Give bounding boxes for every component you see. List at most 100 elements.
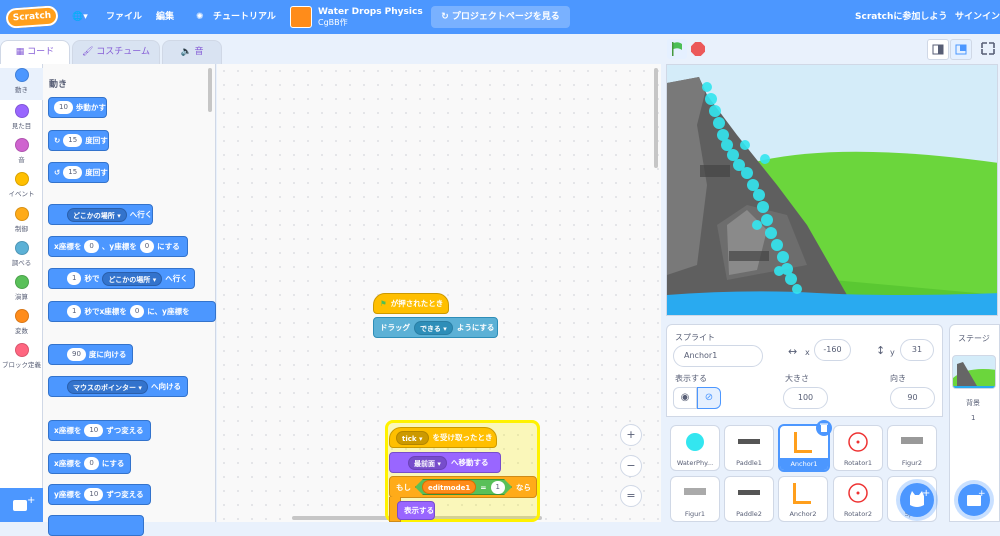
y-position-input[interactable]: 31 (900, 339, 934, 361)
block-input[interactable]: 1 (67, 305, 82, 318)
x-position-input[interactable]: -160 (814, 339, 851, 361)
turn-left-block[interactable]: ↺ 15 度回す (48, 162, 109, 183)
category-control[interactable]: 制御 (0, 207, 43, 233)
block-input[interactable]: 10 (54, 101, 73, 114)
message-dropdown[interactable]: tick ▾ (396, 430, 429, 445)
sprite-tile[interactable]: Figur1 (670, 476, 720, 522)
workspace-vscrollbar[interactable] (654, 68, 658, 168)
sprite-tile[interactable]: Figur2 (887, 425, 937, 471)
hide-button[interactable]: ⊘ (697, 387, 721, 409)
glide-xy-block[interactable]: 1 秒でx座標を 0 に、y座標を (48, 301, 216, 322)
set-x-block[interactable]: x座標を 0 にする (48, 453, 132, 474)
change-y-block[interactable]: y座標を 10 ずつ変える (48, 484, 151, 505)
tab-code[interactable]: ▦ コード (0, 40, 70, 65)
set-drag-mode-block[interactable]: ドラッグ できる ▾ ようにする (373, 317, 498, 338)
size-input[interactable]: 100 (783, 387, 828, 409)
tab-sound[interactable]: 🔈 音 (162, 40, 222, 64)
drag-mode-dropdown[interactable]: できる ▾ (414, 320, 453, 335)
sprite-tile[interactable]: Paddle1 (724, 425, 774, 471)
sprite-tile[interactable]: WaterPhy... (670, 425, 720, 471)
if-then-block[interactable]: もし editmode1 = 1 なら (389, 476, 537, 498)
edit-menu[interactable]: 編集 (156, 0, 174, 34)
block-input[interactable]: 0 (129, 305, 145, 318)
turn-right-block[interactable]: ↻ 15 度回す (48, 130, 109, 151)
normal-stage-button[interactable] (950, 39, 972, 60)
goto-xy-block[interactable]: x座標を 0 、y座標を 0 にする (48, 236, 188, 257)
category-motion[interactable]: 動き (0, 68, 43, 100)
sprite-thumbnail (738, 490, 760, 495)
sprite-tile[interactable]: Paddle2 (724, 476, 774, 522)
glide-dropdown[interactable]: どこかの場所 ▾ (102, 271, 163, 286)
category-looks[interactable]: 見た目 (0, 104, 43, 130)
block-input[interactable]: 0 (84, 457, 99, 470)
towards-dropdown[interactable]: マウスのポインター ▾ (67, 379, 148, 394)
category-events[interactable]: イベント (0, 172, 43, 198)
stop-button[interactable] (691, 42, 705, 56)
small-stage-icon (932, 44, 944, 55)
zoom-in-button[interactable]: + (620, 424, 642, 446)
category-sound[interactable]: 音 (0, 138, 43, 164)
point-towards-block[interactable]: マウスのポインター ▾ へ向ける (48, 376, 188, 397)
file-menu[interactable]: ファイル (106, 0, 142, 34)
tab-costume[interactable]: 🖌 コスチューム (72, 40, 160, 64)
equals-operator[interactable]: editmode1 = 1 (415, 479, 512, 495)
category-operators[interactable]: 演算 (0, 275, 43, 301)
category-label: 調べる (11, 259, 32, 267)
when-flag-clicked-block[interactable]: ⚑ が押されたとき (373, 293, 449, 314)
add-backdrop-button[interactable]: + (958, 484, 990, 516)
block-text: ようにする (456, 323, 495, 332)
delete-sprite-button[interactable] (816, 420, 832, 436)
show-visible-button[interactable]: ◉ (673, 387, 697, 409)
when-i-receive-block[interactable]: tick ▾ を受け取ったとき (389, 427, 497, 448)
goto-block[interactable]: どこかの場所 ▾ へ行く (48, 204, 154, 225)
show-block[interactable]: 表示する (397, 501, 435, 520)
normal-stage-icon (955, 44, 967, 55)
variable-reporter[interactable]: editmode1 (422, 480, 476, 494)
backdrop-thumbnail[interactable] (952, 355, 996, 389)
join-scratch-link[interactable]: Scratchに参加しよう (855, 0, 947, 34)
zoom-reset-button[interactable]: = (620, 485, 642, 507)
sprite-thumbnail (684, 488, 706, 495)
menu-bar: Scratch 🌐▾ ファイル 編集 ✺ チュートリアル Water Drops… (0, 0, 1000, 34)
block-input[interactable]: 0 (139, 240, 155, 253)
set-y-block[interactable] (48, 515, 144, 536)
tutorial-menu[interactable]: チュートリアル (213, 0, 276, 34)
see-project-button[interactable]: ↻ プロジェクトページを見る (431, 6, 570, 28)
category-variables[interactable]: 変数 (0, 309, 43, 335)
zoom-out-button[interactable]: − (620, 455, 642, 477)
signin-link[interactable]: サインイン (955, 0, 1000, 34)
layer-dropdown[interactable]: 最前面 ▾ (408, 455, 447, 470)
block-input[interactable]: 10 (84, 488, 104, 501)
block-input[interactable]: 15 (63, 134, 83, 147)
small-stage-button[interactable] (927, 39, 949, 60)
palette-scrollbar[interactable] (208, 68, 212, 112)
direction-input[interactable]: 90 (890, 387, 935, 409)
block-input[interactable]: 1 (491, 481, 505, 494)
sprite-tile[interactable]: Anchor2 (778, 476, 828, 522)
goto-dropdown[interactable]: どこかの場所 ▾ (67, 207, 127, 222)
scratch-logo[interactable]: Scratch (5, 5, 59, 29)
sprite-tile[interactable]: Rotator2 (833, 476, 883, 522)
move-steps-block[interactable]: 10 歩動かす (48, 97, 107, 118)
green-flag-button[interactable] (667, 39, 687, 59)
block-input[interactable]: 90 (67, 348, 86, 361)
block-input[interactable]: 10 (84, 424, 104, 437)
speaker-icon: 🔈 (180, 47, 195, 57)
change-x-block[interactable]: x座標を 10 ずつ変える (48, 420, 151, 441)
fullscreen-button[interactable] (978, 39, 1000, 60)
category-sensing[interactable]: 調べる (0, 241, 43, 267)
go-to-front-block[interactable]: 最前面 ▾ へ移動する (389, 452, 501, 473)
block-input[interactable]: 0 (84, 240, 99, 253)
block-input[interactable]: 1 (67, 272, 82, 285)
category-my-blocks[interactable]: ブロック定義 (0, 343, 43, 369)
point-direction-block[interactable]: 90 度に向ける (48, 344, 134, 365)
add-sprite-button[interactable]: + (900, 483, 934, 517)
globe-icon[interactable]: 🌐▾ (72, 0, 88, 34)
add-extension-button[interactable]: + (0, 488, 43, 522)
glide-block[interactable]: 1 秒で どこかの場所 ▾ へ行く (48, 268, 195, 289)
sprite-tile[interactable]: Rotator1 (833, 425, 883, 471)
block-input[interactable]: 15 (63, 166, 83, 179)
stage-canvas[interactable] (666, 64, 998, 316)
tab-code-label: コード (27, 47, 55, 57)
sprite-name-input[interactable]: Anchor1 (673, 345, 763, 367)
